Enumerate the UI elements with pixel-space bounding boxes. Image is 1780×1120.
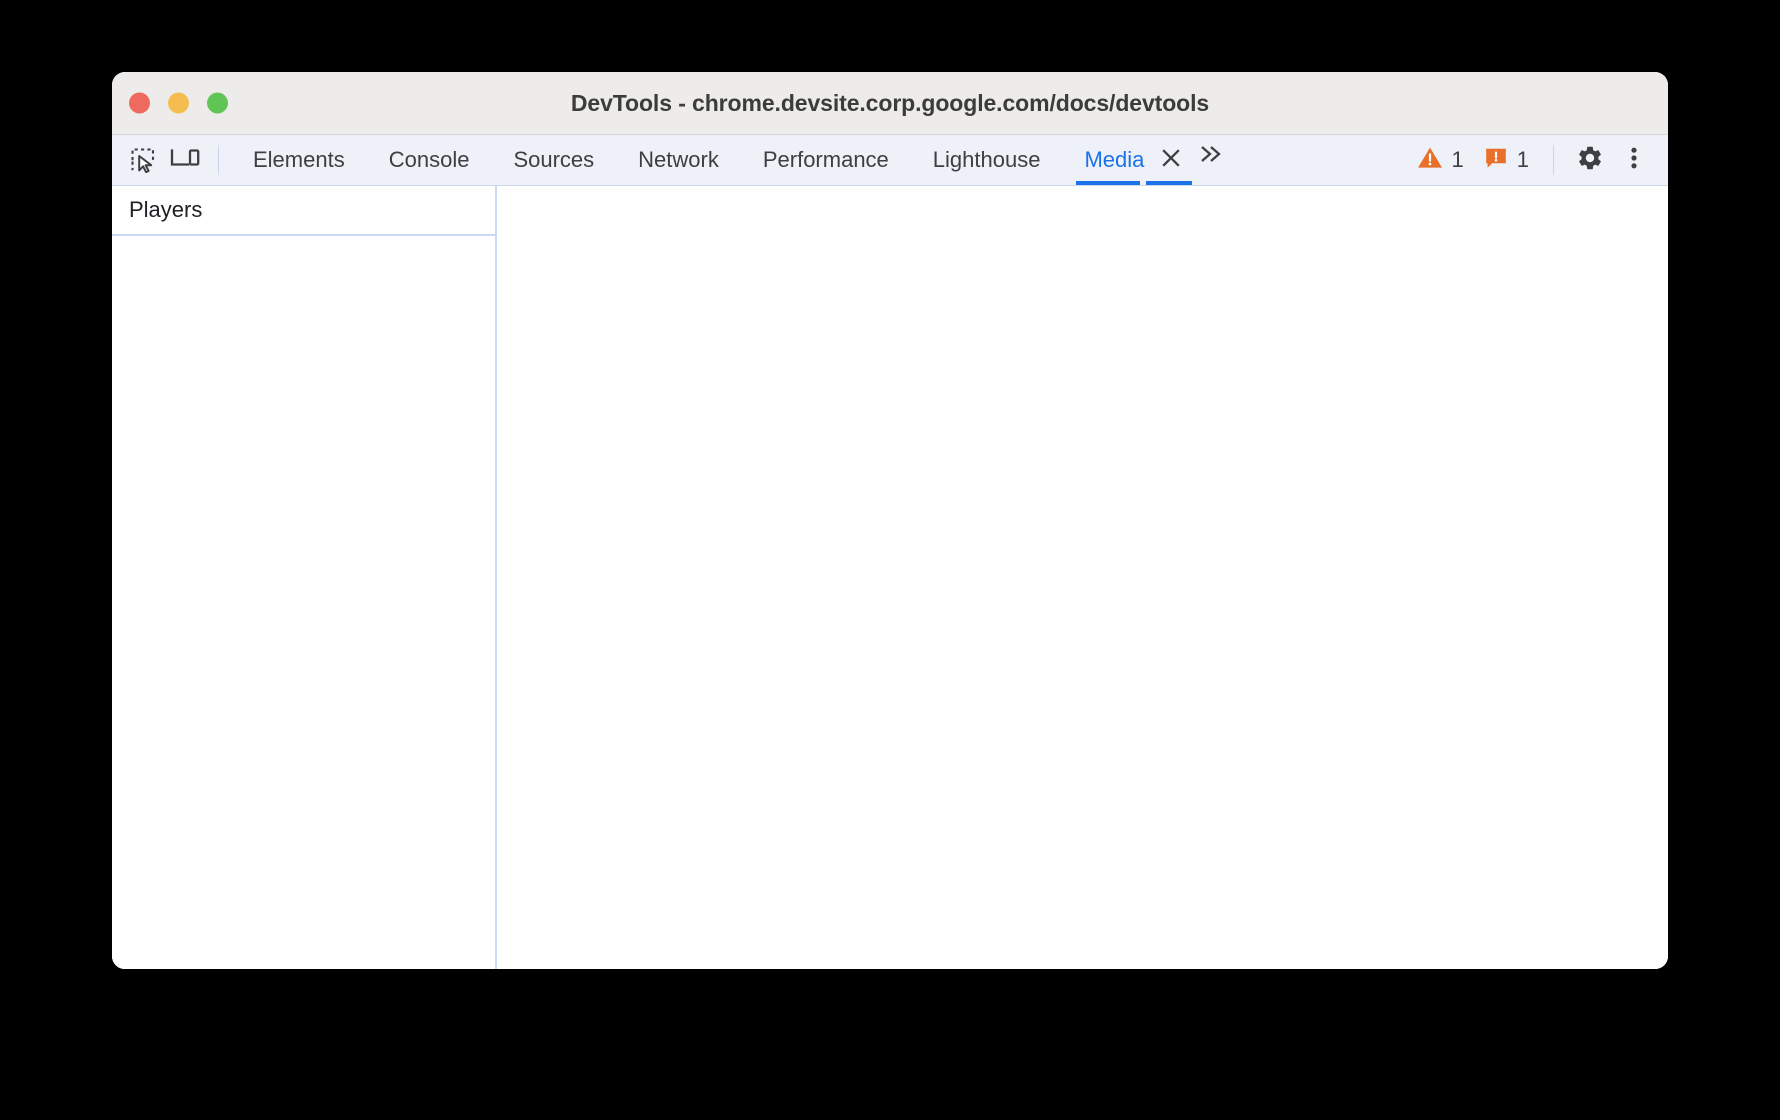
close-window-button[interactable] <box>129 92 150 114</box>
more-options-button[interactable] <box>1612 138 1656 182</box>
kebab-menu-icon <box>1623 145 1645 176</box>
toolbar-right-separator <box>1553 145 1554 175</box>
maximize-window-button[interactable] <box>207 92 228 114</box>
tab-lighthouse[interactable]: Lighthouse <box>911 135 1063 185</box>
issues-count: 1 <box>1516 147 1529 172</box>
players-header: Players <box>112 186 495 236</box>
issues-counter[interactable]: 1 <box>1474 139 1539 181</box>
tab-elements[interactable]: Elements <box>231 135 367 185</box>
gear-icon <box>1576 144 1604 177</box>
device-toolbar-button[interactable] <box>164 139 206 181</box>
minimize-window-button[interactable] <box>168 92 189 114</box>
tab-network[interactable]: Network <box>616 135 741 185</box>
media-panel-body: Players <box>112 186 1668 969</box>
warnings-count: 1 <box>1451 147 1464 172</box>
tab-sources[interactable]: Sources <box>491 135 616 185</box>
tab-console[interactable]: Console <box>367 135 492 185</box>
close-media-tab-button[interactable] <box>1146 135 1193 185</box>
panel-tabs: Elements Console Sources Network Perform… <box>231 135 1232 185</box>
chevron-double-right-icon <box>1198 143 1224 170</box>
more-tabs-button[interactable] <box>1190 135 1232 177</box>
players-sidebar: Players <box>112 186 497 969</box>
inspect-element-button[interactable] <box>122 139 164 181</box>
tab-media[interactable]: Media <box>1062 135 1154 185</box>
close-icon <box>1160 147 1182 174</box>
devtools-toolbar: Elements Console Sources Network Perform… <box>112 135 1668 186</box>
media-main-pane[interactable] <box>497 186 1668 969</box>
settings-button[interactable] <box>1568 138 1612 182</box>
window-title: DevTools - chrome.devsite.corp.google.co… <box>570 89 1210 116</box>
device-toolbar-icon <box>170 147 200 173</box>
window-titlebar: DevTools - chrome.devsite.corp.google.co… <box>112 72 1668 135</box>
screen-root: DevTools - chrome.devsite.corp.google.co… <box>0 0 1780 1120</box>
toolbar-right-section: 1 1 <box>1407 135 1669 185</box>
tab-performance[interactable]: Performance <box>741 135 911 185</box>
issues-icon <box>1484 146 1508 175</box>
warnings-counter[interactable]: 1 <box>1407 139 1474 181</box>
warning-triangle-icon <box>1417 145 1443 176</box>
inspect-element-icon <box>130 147 156 173</box>
players-list[interactable] <box>112 236 495 969</box>
toolbar-separator <box>218 145 219 175</box>
devtools-window: DevTools - chrome.devsite.corp.google.co… <box>112 72 1668 969</box>
traffic-lights <box>129 92 228 114</box>
